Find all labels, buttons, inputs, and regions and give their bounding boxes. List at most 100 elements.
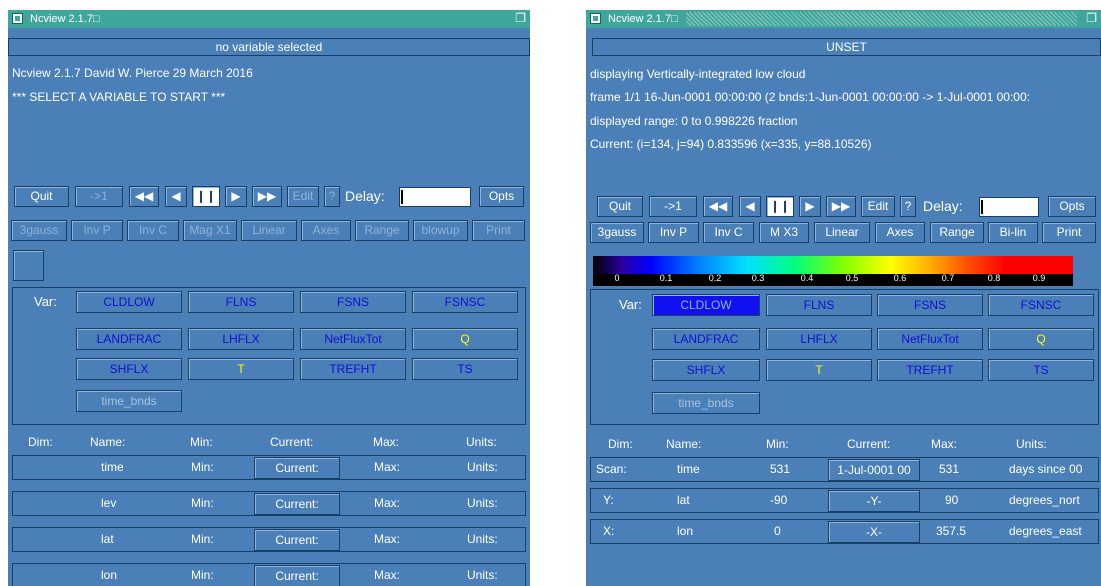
dim-role: Scan:: [596, 462, 627, 476]
option-range-button[interactable]: Range: [355, 220, 409, 241]
var-landfrac-button[interactable]: LANDFRAC: [652, 328, 760, 350]
dim-current-button[interactable]: -X-: [828, 521, 920, 543]
pause-button[interactable]: ❙❙: [192, 186, 220, 207]
var-trefht-button[interactable]: TREFHT: [877, 359, 983, 381]
var-netfluxtot-button[interactable]: NetFluxTot: [300, 328, 406, 350]
option-inv-p-button[interactable]: Inv P: [71, 220, 123, 241]
option-mag-button[interactable]: Mag X1: [183, 220, 237, 241]
option-bilin-button[interactable]: Bi-lin: [988, 222, 1038, 243]
var-lhflx-button[interactable]: LHFLX: [188, 328, 294, 350]
var-ts-button[interactable]: TS: [988, 359, 1094, 381]
option-3gauss-button[interactable]: 3gauss: [590, 222, 644, 243]
var-fsnsc-button[interactable]: FSNSC: [988, 294, 1094, 316]
var-fsns-button[interactable]: FSNS: [300, 291, 406, 313]
title-bar[interactable]: Ncview 2.1.7□ ❐: [8, 10, 530, 28]
option-linear-button[interactable]: Linear: [241, 220, 297, 241]
fast-backward-button[interactable]: ◀◀: [129, 186, 159, 207]
fast-backward-button[interactable]: ◀◀: [703, 196, 733, 217]
colorbar: 0 0.1 0.2 0.3 0.4 0.5 0.6 0.7 0.8 0.9: [593, 256, 1073, 286]
window-menu-icon[interactable]: [590, 13, 601, 24]
info-line-3: displayed range: 0 to 0.998226 fraction: [590, 114, 798, 128]
dim-name: lon: [677, 524, 694, 538]
option-3gauss-button[interactable]: 3gauss: [11, 220, 67, 241]
var-lhflx-button[interactable]: LHFLX: [766, 328, 872, 350]
var-ts-button[interactable]: TS: [412, 358, 518, 380]
var-flns-button[interactable]: FLNS: [188, 291, 294, 313]
dim-role: Y:: [603, 493, 614, 507]
dim-current-button[interactable]: 1-Jul-0001 00: [828, 459, 920, 481]
help-button[interactable]: ?: [900, 196, 916, 217]
quit-button[interactable]: Quit: [597, 196, 643, 217]
var-netfluxtot-button[interactable]: NetFluxTot: [877, 328, 983, 350]
dim-header-dim: Dim:: [28, 435, 53, 449]
dim-role: X:: [603, 524, 615, 538]
option-inv-p-button[interactable]: Inv P: [648, 222, 699, 243]
dim-current-button[interactable]: Current:: [254, 529, 340, 551]
dim-min: Min:: [191, 496, 214, 510]
fast-forward-button[interactable]: ▶▶: [252, 186, 282, 207]
variable-status-bar: UNSET: [592, 38, 1101, 56]
var-landfrac-button[interactable]: LANDFRAC: [76, 328, 182, 350]
option-linear-button[interactable]: Linear: [814, 222, 870, 243]
step-forward-button[interactable]: ▶: [225, 186, 247, 207]
dim-units: Units:: [467, 496, 498, 510]
maximize-icon[interactable]: ❐: [1086, 11, 1097, 25]
delay-slider[interactable]: [979, 197, 1039, 217]
delay-slider[interactable]: [399, 187, 471, 207]
var-shflx-button[interactable]: SHFLX: [76, 358, 182, 380]
colorbar-tick: 0: [614, 273, 620, 283]
edit-button[interactable]: Edit: [861, 196, 895, 217]
ncview-window-initial: Ncview 2.1.7□ ❐ no variable selected Ncv…: [8, 10, 530, 586]
option-inv-c-button[interactable]: Inv C: [703, 222, 754, 243]
option-range-button[interactable]: Range: [930, 222, 984, 243]
edit-button[interactable]: Edit: [287, 186, 319, 207]
maximize-icon[interactable]: ❐: [515, 11, 526, 25]
window-menu-icon[interactable]: [12, 13, 23, 24]
title-bar-stipple: [686, 12, 1077, 26]
delay-label: Delay:: [923, 198, 963, 214]
var-trefht-button[interactable]: TREFHT: [300, 358, 406, 380]
fast-forward-button[interactable]: ▶▶: [826, 196, 856, 217]
option-inv-c-button[interactable]: Inv C: [127, 220, 179, 241]
option-print-button[interactable]: Print: [472, 220, 525, 241]
var-cldlow-button[interactable]: CLDLOW: [652, 294, 760, 316]
var-shflx-button[interactable]: SHFLX: [652, 359, 760, 381]
colorbar-gradient: [593, 256, 1073, 274]
option-print-button[interactable]: Print: [1042, 222, 1096, 243]
var-t-button[interactable]: T: [188, 358, 294, 380]
dim-current-button[interactable]: -Y-: [828, 490, 920, 512]
quit-button[interactable]: Quit: [14, 186, 69, 207]
option-mag-button[interactable]: M X3: [759, 222, 809, 243]
var-cldlow-button[interactable]: CLDLOW: [76, 291, 182, 313]
option-axes-button[interactable]: Axes: [301, 220, 351, 241]
dim-max: Max:: [374, 460, 401, 474]
options-button[interactable]: Opts: [479, 186, 524, 207]
var-fsns-button[interactable]: FSNS: [877, 294, 983, 316]
dim-current-button[interactable]: Current:: [254, 565, 340, 586]
options-button[interactable]: Opts: [1048, 196, 1096, 217]
step-backward-button[interactable]: ◀: [739, 196, 761, 217]
option-axes-button[interactable]: Axes: [875, 222, 925, 243]
option-blowup-button[interactable]: blowup: [413, 220, 468, 241]
dim-header-units: Units:: [1016, 437, 1047, 451]
var-time-bnds-button[interactable]: time_bnds: [76, 390, 182, 412]
help-button[interactable]: ?: [324, 186, 340, 207]
rewind-button[interactable]: ->1: [75, 186, 123, 207]
var-label: Var:: [619, 297, 642, 312]
rewind-button[interactable]: ->1: [649, 196, 697, 217]
dim-row-lat: Y: lat -90 -Y- 90 degrees_nort: [590, 488, 1099, 513]
dim-current-button[interactable]: Current:: [254, 457, 340, 479]
dim-current-button[interactable]: Current:: [254, 493, 340, 515]
var-t-button[interactable]: T: [766, 359, 872, 381]
step-backward-button[interactable]: ◀: [165, 186, 187, 207]
dim-header-current: Current:: [847, 437, 891, 451]
var-q-button[interactable]: Q: [988, 328, 1094, 350]
title-bar[interactable]: Ncview 2.1.7□ ❐: [586, 10, 1101, 28]
var-time-bnds-button[interactable]: time_bnds: [652, 392, 760, 414]
var-flns-button[interactable]: FLNS: [766, 294, 872, 316]
var-q-button[interactable]: Q: [412, 328, 518, 350]
var-fsnsc-button[interactable]: FSNSC: [412, 291, 518, 313]
pause-button[interactable]: ❙❙: [766, 196, 794, 217]
dim-units: Units:: [467, 460, 498, 474]
step-forward-button[interactable]: ▶: [799, 196, 821, 217]
